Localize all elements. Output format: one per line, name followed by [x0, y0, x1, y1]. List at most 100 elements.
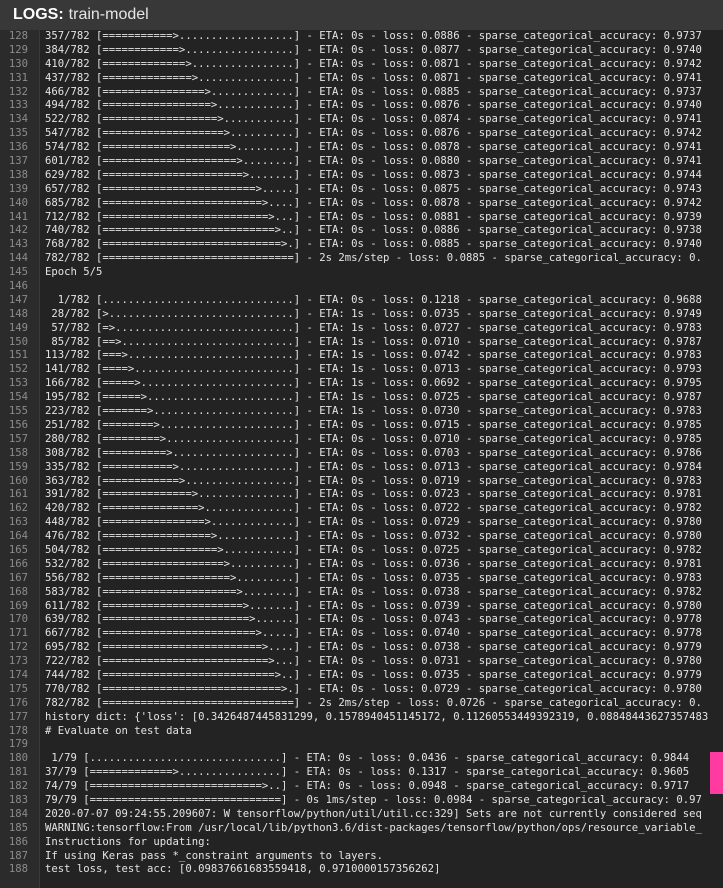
line-number: 175	[8, 682, 28, 695]
log-text: 744/782 [===========================>..]…	[45, 668, 702, 681]
line-number: 144	[8, 252, 28, 265]
log-line: 154 195/782 [======>.....................…	[0, 391, 723, 405]
line-number: 132	[8, 85, 28, 98]
highlight-marker	[710, 752, 723, 767]
log-line: 136 574/782 [====================>.......…	[0, 141, 723, 155]
log-text: 280/782 [=========>....................]…	[45, 432, 702, 445]
line-number: 142	[8, 224, 28, 237]
line-number: 131	[8, 71, 28, 84]
log-text: 547/782 [===================>..........]…	[45, 127, 702, 140]
log-text: 629/782 [======================>.......]…	[45, 168, 702, 181]
log-line: 144 782/782 [============================…	[0, 252, 723, 266]
log-text: 2020-07-07 09:24:55.209607: W tensorflow…	[45, 807, 702, 820]
log-line: 166 532/782 [===================>........…	[0, 558, 723, 572]
log-line: 159 335/782 [===========>................…	[0, 461, 723, 475]
line-number: 159	[8, 460, 28, 473]
log-text: 1/782 [..............................] -…	[45, 293, 702, 306]
log-text: 685/782 [=========================>....]…	[45, 196, 702, 209]
log-text: 251/782 [========>.....................]…	[45, 418, 702, 431]
log-line: 186 Instructions for updating:	[0, 836, 723, 850]
line-number: 178	[8, 724, 28, 737]
highlight-marker	[710, 780, 723, 794]
line-number: 181	[8, 766, 28, 779]
log-text: 574/782 [====================>.........]…	[45, 141, 702, 154]
log-line: 135 547/782 [===================>........…	[0, 127, 723, 141]
log-line: 167 556/782 [====================>.......…	[0, 572, 723, 586]
line-number: 186	[8, 835, 28, 848]
log-text: # Evaluate on test data	[45, 724, 192, 737]
log-line: 169 611/782 [======================>.....…	[0, 600, 723, 614]
log-line: 173 722/782 [==========================>.…	[0, 655, 723, 669]
line-number: 184	[8, 807, 28, 820]
log-output-panel[interactable]: 128 357/782 [===========>................…	[0, 30, 723, 888]
log-text: 695/782 [=========================>....]…	[45, 641, 702, 654]
log-line: 131 437/782 [==============>.............…	[0, 72, 723, 86]
line-number: 152	[8, 363, 28, 376]
log-text: 420/782 [===============>..............]…	[45, 502, 702, 515]
log-line: 182 74/79 [===========================>..…	[0, 780, 723, 794]
line-number: 129	[8, 43, 28, 56]
line-number: 139	[8, 182, 28, 195]
log-text: 657/782 [========================>.....]…	[45, 182, 702, 195]
line-number: 151	[8, 349, 28, 362]
log-text: 522/782 [==================>...........]…	[45, 113, 702, 126]
log-line: 153 166/782 [=====>......................…	[0, 377, 723, 391]
line-number: 172	[8, 641, 28, 654]
log-line: 148 28/782 [>...........................…	[0, 308, 723, 322]
log-line: 163 448/782 [================>...........…	[0, 516, 723, 530]
log-text: 639/782 [=======================>......]…	[45, 613, 702, 626]
line-number: 156	[8, 418, 28, 431]
log-text: 113/782 [===>..........................]…	[45, 349, 702, 362]
log-text: 601/782 [=====================>........]…	[45, 155, 702, 168]
log-line: 179	[0, 738, 723, 752]
log-line: 147 1/782 [.............................…	[0, 294, 723, 308]
log-text: 195/782 [======>.......................]…	[45, 391, 702, 404]
log-line: 157 280/782 [=========>..................…	[0, 433, 723, 447]
log-line: 141 712/782 [==========================>.…	[0, 211, 723, 225]
log-line: 172 695/782 [=========================>..…	[0, 641, 723, 655]
log-text: 384/782 [============>.................]…	[45, 43, 702, 56]
log-line: 139 657/782 [========================>...…	[0, 183, 723, 197]
log-line: 140 685/782 [=========================>..…	[0, 197, 723, 211]
line-number: 160	[8, 474, 28, 487]
log-text: 712/782 [==========================>...]…	[45, 210, 702, 223]
log-line: 128 357/782 [===========>................…	[0, 30, 723, 44]
line-number: 162	[8, 502, 28, 515]
line-number: 145	[8, 266, 28, 279]
log-text: 556/782 [====================>.........]…	[45, 571, 702, 584]
line-number: 157	[8, 432, 28, 445]
line-number: 137	[8, 155, 28, 168]
log-text: 85/782 [==>...........................] …	[45, 335, 702, 348]
log-text: 74/79 [===========================>..] -…	[45, 780, 690, 793]
line-number: 161	[8, 488, 28, 501]
line-number: 147	[8, 293, 28, 306]
log-text: 722/782 [==========================>...]…	[45, 655, 702, 668]
log-line: 178 # Evaluate on test data	[0, 725, 723, 739]
line-number: 164	[8, 530, 28, 543]
log-line: 170 639/782 [=======================>....…	[0, 613, 723, 627]
line-number: 158	[8, 446, 28, 459]
line-number: 168	[8, 585, 28, 598]
line-number: 154	[8, 391, 28, 404]
log-line: 188 test loss, test acc: [0.0983766168355…	[0, 863, 723, 877]
log-line: 132 466/782 [================>...........…	[0, 86, 723, 100]
log-line: 160 363/782 [============>...............…	[0, 475, 723, 489]
log-line: 146	[0, 280, 723, 294]
log-text: 357/782 [===========>..................]…	[45, 30, 702, 42]
log-line: 162 420/782 [===============>............…	[0, 502, 723, 516]
log-text: 448/782 [================>.............]…	[45, 516, 702, 529]
line-number: 140	[8, 196, 28, 209]
line-number: 153	[8, 377, 28, 390]
log-text: 740/782 [===========================>..]…	[45, 224, 702, 237]
log-line: 185 WARNING:tensorflow:From /usr/local/li…	[0, 822, 723, 836]
line-number: 133	[8, 99, 28, 112]
log-line: 184 2020-07-07 09:24:55.209607: W tensorf…	[0, 808, 723, 822]
log-text: 28/782 [>.............................] …	[45, 307, 702, 320]
logs-header: LOGS: train-model	[0, 0, 723, 30]
log-line: 183 79/79 [==============================…	[0, 794, 723, 808]
line-number: 143	[8, 238, 28, 251]
log-text: 335/782 [===========>..................]…	[45, 460, 702, 473]
line-number: 128	[8, 30, 28, 42]
log-text: 391/782 [==============>...............]…	[45, 488, 702, 501]
line-number: 138	[8, 168, 28, 181]
